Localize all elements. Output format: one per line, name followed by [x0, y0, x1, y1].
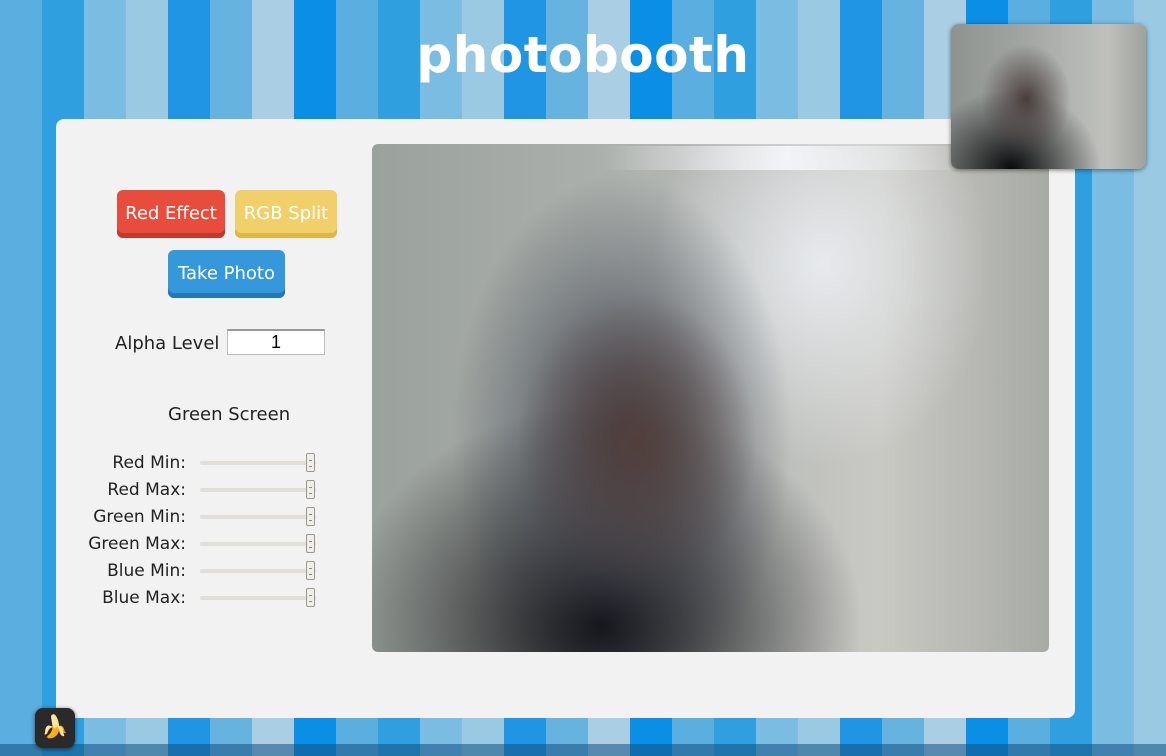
alpha-level-input[interactable]: [227, 329, 325, 355]
blue-max-slider-track[interactable]: [200, 596, 316, 600]
blue-min-label: Blue Min:: [107, 561, 186, 581]
green-max-label: Green Max:: [88, 534, 186, 554]
taskbar-strip: [0, 744, 1166, 756]
red-max-slider-thumb[interactable]: [306, 480, 315, 499]
green-max-slider-track[interactable]: [200, 542, 316, 546]
red-max-row: Red Max:: [56, 477, 336, 504]
green-min-slider-track[interactable]: [200, 515, 316, 519]
green-min-label: Green Min:: [93, 507, 186, 527]
blue-min-row: Blue Min:: [56, 558, 336, 585]
banana-icon[interactable]: 🍌: [35, 708, 75, 748]
red-max-slider-track[interactable]: [200, 488, 316, 492]
green-max-row: Green Max:: [56, 531, 336, 558]
green-screen-title: Green Screen: [168, 404, 291, 425]
webcam-video: [372, 144, 1049, 652]
red-min-slider-track[interactable]: [200, 461, 316, 465]
blue-min-slider-track[interactable]: [200, 569, 316, 573]
blue-min-slider-thumb[interactable]: [306, 561, 315, 580]
rgb-split-button[interactable]: RGB Split: [235, 190, 337, 238]
blue-max-slider-thumb[interactable]: [306, 588, 315, 607]
video-light-streak: [602, 146, 972, 170]
blue-max-row: Blue Max:: [56, 585, 336, 612]
red-min-label: Red Min:: [112, 453, 186, 473]
alpha-level-label: Alpha Level: [115, 333, 220, 354]
red-min-slider-thumb[interactable]: [306, 453, 315, 472]
take-photo-button[interactable]: Take Photo: [168, 250, 285, 298]
captured-photo-thumbnail[interactable]: [951, 24, 1146, 169]
photobooth-panel: Red Effect RGB Split Take Photo Alpha Le…: [56, 119, 1075, 718]
red-effect-button[interactable]: Red Effect: [117, 190, 225, 238]
green-min-row: Green Min:: [56, 504, 336, 531]
red-min-row: Red Min:: [56, 450, 336, 477]
blue-max-label: Blue Max:: [102, 588, 186, 608]
red-max-label: Red Max:: [107, 480, 186, 500]
green-max-slider-thumb[interactable]: [306, 534, 315, 553]
green-min-slider-thumb[interactable]: [306, 507, 315, 526]
